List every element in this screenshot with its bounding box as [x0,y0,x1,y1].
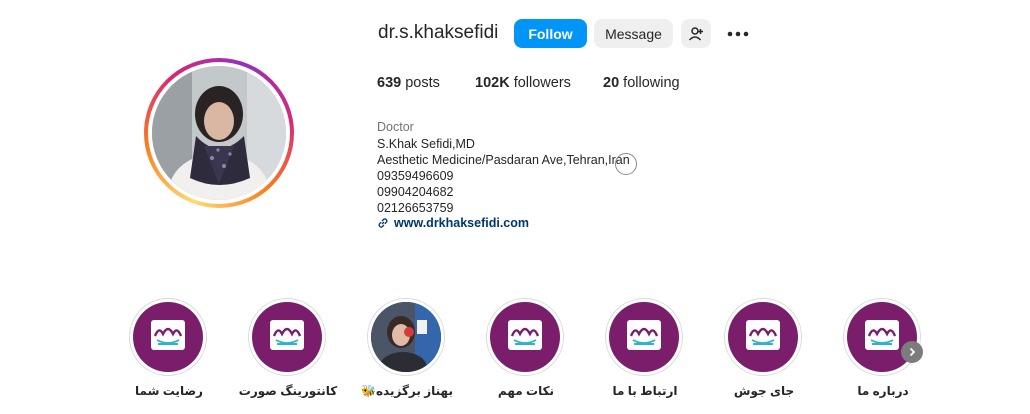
followers-stat[interactable]: 102K followers [475,75,571,91]
highlights-next-button[interactable] [901,341,923,363]
bio-phone: 02126653759 [377,201,454,215]
highlight-label: رضایت شما [135,384,203,398]
posts-label: posts [405,75,440,91]
bio-website-link[interactable]: www.drkhaksefidi.com [377,216,529,230]
clinic-logo-icon [746,320,780,350]
highlight-label: نکات مهم [497,384,555,398]
clinic-logo-icon [508,320,542,350]
bio-address: Aesthetic Medicine/Pasdaran Ave,Tehran,I… [377,153,630,167]
highlight-label: ارتباط با ما [612,384,678,398]
highlight-label: بهناز برگزیده🐝 [361,384,453,398]
message-button[interactable]: Message [594,19,673,48]
more-horizontal-icon [727,31,749,36]
posts-stat: 639 posts [377,75,440,91]
highlight-logo [609,302,679,372]
highlight-logo [133,302,203,372]
highlight-logo [490,302,560,372]
clinic-logo-icon [627,320,661,350]
following-label: following [623,75,680,91]
profile-username: dr.s.khaksefidi [378,22,499,43]
bio-phone: 09904204682 [377,185,454,199]
bio-link-text[interactable]: www.drkhaksefidi.com [394,216,529,230]
followers-label: followers [513,75,571,91]
bio-name: S.Khak Sefidi,MD [377,137,475,151]
chevron-right-icon [909,347,916,357]
following-stat[interactable]: 20 following [603,75,680,91]
avatar[interactable] [152,66,286,200]
highlight-logo [252,302,322,372]
followers-count: 102K [475,75,510,91]
highlight-label: جای جوش [733,384,795,398]
bio-category: Doctor [377,120,414,134]
cursor-ring [615,153,637,175]
bio-phone: 09359496609 [377,169,454,183]
clinic-logo-icon [151,320,185,350]
highlight-photo [371,302,441,372]
avatar-portrait-illustration [152,66,286,200]
posts-count: 639 [377,75,402,91]
more-options-button[interactable] [724,19,752,48]
suggested-accounts-button[interactable] [681,19,711,48]
person-add-icon [688,26,703,41]
following-count: 20 [603,75,620,91]
highlight-label: کانتورینگ صورت [238,384,338,398]
clinic-logo-icon [270,320,304,350]
highlight-label: درباره ما [857,384,909,398]
link-icon [378,218,388,228]
highlight-logo [728,302,798,372]
follow-button[interactable]: Follow [514,19,587,48]
highlight-photo-illustration [371,302,441,372]
